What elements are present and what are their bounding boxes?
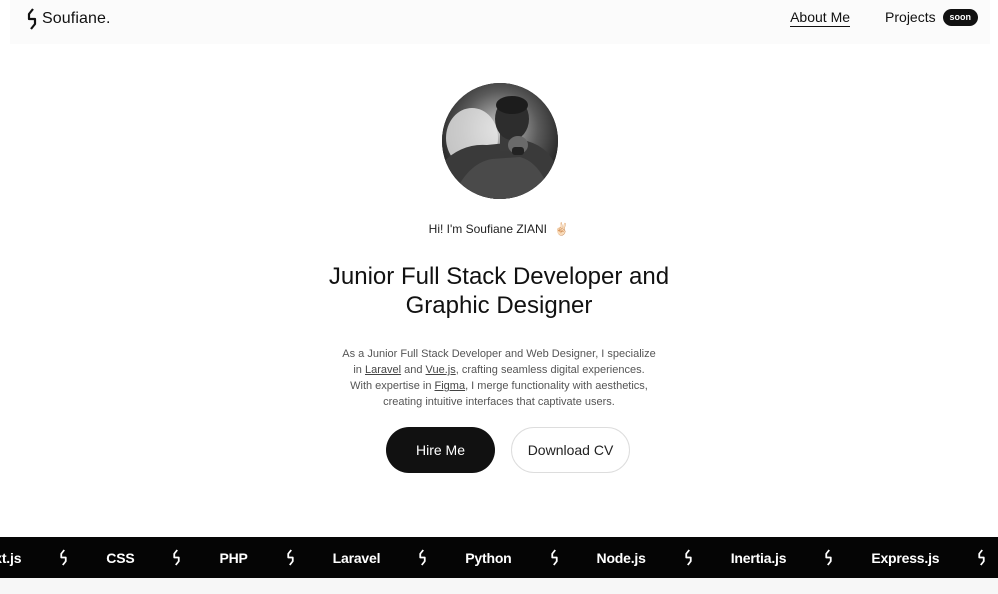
portrait-image xyxy=(442,83,558,199)
s-logo-icon xyxy=(419,549,426,566)
brand-logo-link[interactable]: Soufiane. xyxy=(26,8,111,30)
hero-description: As a Junior Full Stack Developer and Web… xyxy=(0,346,998,410)
desc-text: With expertise in xyxy=(350,380,435,392)
nav-projects-label: Projects xyxy=(885,9,936,26)
tech-marquee: Nuxt.js CSS PHP Laravel Python Node.js Inertia… xyxy=(0,537,998,578)
profile-avatar xyxy=(442,83,558,199)
greeting-text: Hi! I'm Soufiane ZIANI ✌🏻 xyxy=(0,222,998,236)
s-logo-icon xyxy=(825,549,832,566)
desc-line-4: creating intuitive interfaces that capti… xyxy=(383,396,615,408)
nav-about-link[interactable]: About Me xyxy=(790,9,851,27)
download-cv-button[interactable]: Download CV xyxy=(511,427,630,473)
victory-hand-emoji: ✌🏻 xyxy=(554,222,570,236)
desc-line-1: As a Junior Full Stack Developer and Web… xyxy=(342,348,656,360)
vuejs-link[interactable]: Vue.js xyxy=(426,364,456,376)
main-nav: About Me Projects soon xyxy=(790,8,978,27)
headline-line-1: Junior Full Stack Developer and xyxy=(328,263,670,290)
s-logo-icon xyxy=(550,549,558,566)
desc-text: in xyxy=(353,364,365,376)
desc-text: , crafting seamless digital experiences. xyxy=(455,364,645,376)
tech-item: Python xyxy=(465,549,512,566)
tech-item: Express.js xyxy=(871,549,940,566)
marquee-track: Nuxt.js CSS PHP Laravel Python Node.js Inertia… xyxy=(0,537,998,578)
desc-text: and xyxy=(401,364,426,376)
brand-name: Soufiane. xyxy=(42,10,111,27)
s-logo-icon xyxy=(978,549,986,566)
tech-item: Nuxt.js xyxy=(0,549,22,566)
desc-text: , I merge functionality with aesthetics, xyxy=(465,380,648,392)
s-logo-icon xyxy=(287,549,294,566)
soon-badge: soon xyxy=(942,8,978,26)
s-logo-icon xyxy=(27,8,37,30)
section-divider xyxy=(0,578,998,594)
page-title: Junior Full Stack Developer and Graphic … xyxy=(0,262,998,320)
desc-line-2: in Laravel and Vue.js, crafting seamless… xyxy=(0,362,998,378)
s-logo-icon xyxy=(685,549,692,566)
s-logo-icon xyxy=(60,549,67,566)
nav-projects-link[interactable]: Projects soon xyxy=(885,8,978,27)
tech-item: Laravel xyxy=(332,549,381,566)
desc-line-3: With expertise in Figma, I merge functio… xyxy=(0,378,998,394)
tech-item: CSS xyxy=(106,549,135,566)
site-header: Soufiane. About Me Projects soon xyxy=(10,0,990,44)
tech-item: Node.js xyxy=(596,549,646,566)
laravel-link[interactable]: Laravel xyxy=(365,364,401,376)
figma-link[interactable]: Figma xyxy=(435,380,466,392)
tech-item: Inertia.js xyxy=(730,549,787,566)
headline-line-2: Graphic Designer xyxy=(405,292,593,319)
greeting-label: Hi! I'm Soufiane ZIANI xyxy=(428,222,548,236)
tech-item: PHP xyxy=(219,549,248,566)
s-logo-icon xyxy=(173,549,181,566)
hire-me-button[interactable]: Hire Me xyxy=(386,427,495,473)
